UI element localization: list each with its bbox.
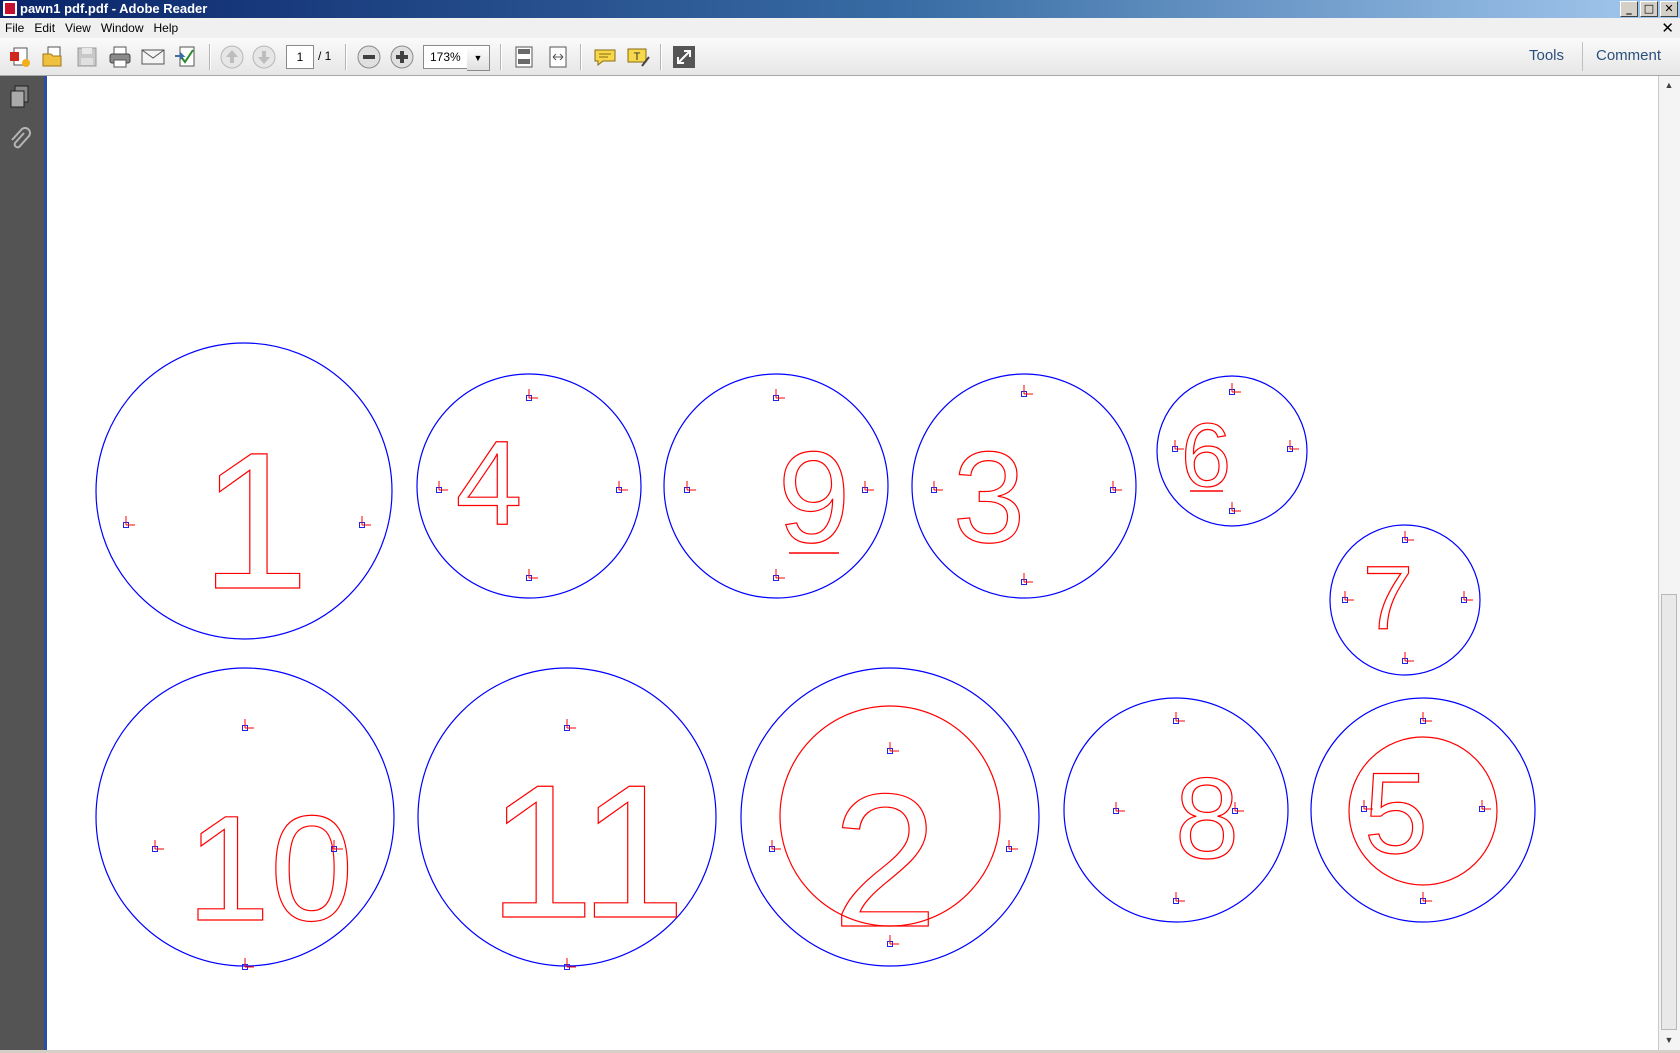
page-thumbnails-icon[interactable] xyxy=(8,84,32,110)
close-button[interactable]: ✕ xyxy=(1660,1,1678,17)
open-folder-icon[interactable] xyxy=(40,44,66,70)
part-6: 6 xyxy=(1156,375,1308,527)
close-document-button[interactable]: ✕ xyxy=(1661,19,1674,37)
part-label: 10 xyxy=(187,784,354,952)
pdf-drawing: 1 4 9 3 6 7 10 11 2 8 5 xyxy=(95,342,1536,971)
minimize-button[interactable]: _ xyxy=(1620,1,1638,17)
part-label: 9 xyxy=(778,424,850,570)
scroll-up-arrow-icon[interactable]: ▲ xyxy=(1662,78,1676,92)
vertical-scrollbar[interactable]: ▲ ▼ xyxy=(1658,76,1680,1050)
page-number-input[interactable]: 1 xyxy=(286,45,314,69)
part-11: 11 xyxy=(417,667,717,971)
part-5: 5 xyxy=(1310,697,1536,923)
title-bar: pawn1 pdf.pdf - Adobe Reader _ □ ✕ xyxy=(0,0,1680,18)
part-9: 9 xyxy=(663,373,889,599)
part-label: 8 xyxy=(1175,755,1239,883)
menu-file[interactable]: File xyxy=(0,18,29,38)
part-7: 7 xyxy=(1329,524,1481,676)
document-page: 1 4 9 3 6 7 10 11 2 8 5 xyxy=(47,76,1658,1050)
svg-text:T: T xyxy=(634,51,641,63)
save-icon[interactable] xyxy=(74,44,100,70)
part-label: 3 xyxy=(953,424,1025,570)
next-page-icon[interactable] xyxy=(251,44,277,70)
menu-view[interactable]: View xyxy=(60,18,96,38)
part-4: 4 xyxy=(416,373,642,599)
maximize-button[interactable]: □ xyxy=(1640,1,1658,17)
menu-edit[interactable]: Edit xyxy=(29,18,60,38)
tools-pane-button[interactable]: Tools xyxy=(1529,47,1564,64)
part-label: 7 xyxy=(1363,549,1413,649)
scrollbar-thumb[interactable] xyxy=(1661,594,1677,1030)
part-label: 4 xyxy=(456,416,523,550)
fit-width-icon[interactable] xyxy=(545,44,571,70)
part-label: 1 xyxy=(201,412,309,630)
part-label: 5 xyxy=(1364,750,1428,878)
chevron-down-icon: ▼ xyxy=(473,53,483,63)
adobe-reader-app-icon xyxy=(3,1,17,16)
part-3: 3 xyxy=(911,373,1137,599)
zoom-dropdown-button[interactable]: ▼ xyxy=(467,45,490,71)
part-8: 8 xyxy=(1063,697,1289,923)
zoom-out-icon[interactable] xyxy=(356,44,382,70)
previous-page-icon[interactable] xyxy=(219,44,245,70)
create-pdf-icon[interactable] xyxy=(8,44,34,70)
part-label: 11 xyxy=(488,746,685,958)
scroll-down-arrow-icon[interactable]: ▼ xyxy=(1662,1033,1676,1047)
toolbar: 1 / 1 173% ▼ T Tools Comment xyxy=(0,38,1680,76)
sign-document-icon[interactable] xyxy=(173,44,199,70)
window-title: pawn1 pdf.pdf - Adobe Reader xyxy=(20,1,208,16)
menu-help[interactable]: Help xyxy=(149,18,184,38)
comment-pane-button[interactable]: Comment xyxy=(1596,47,1661,64)
part-2: 2 xyxy=(740,667,1040,968)
navigation-panel xyxy=(0,76,44,1050)
menu-window[interactable]: Window xyxy=(96,18,149,38)
page-total: / 1 xyxy=(318,49,332,63)
part-label: 2 xyxy=(832,755,938,967)
part-1: 1 xyxy=(95,342,393,640)
menu-bar: File Edit View Window Help ✕ xyxy=(0,18,1680,39)
email-icon[interactable] xyxy=(140,44,166,70)
part-10: 10 xyxy=(95,667,395,971)
full-screen-icon[interactable] xyxy=(671,44,697,70)
print-icon[interactable] xyxy=(107,44,133,70)
highlight-text-icon[interactable]: T xyxy=(625,44,651,70)
sticky-note-icon[interactable] xyxy=(592,44,618,70)
fit-page-icon[interactable] xyxy=(511,44,537,70)
zoom-in-icon[interactable] xyxy=(389,44,415,70)
attachments-paperclip-icon[interactable] xyxy=(8,127,32,153)
